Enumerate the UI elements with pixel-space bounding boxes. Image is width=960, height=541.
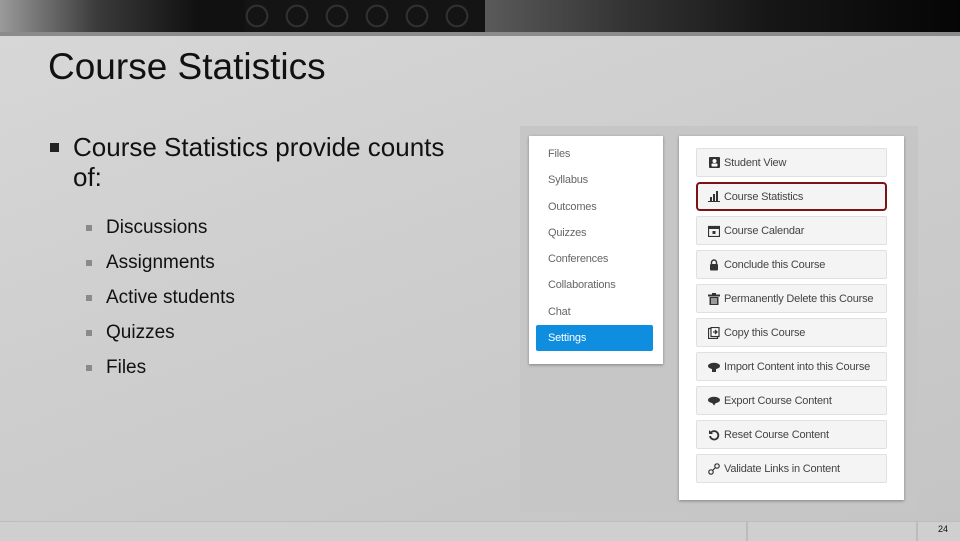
nav-item-conferences[interactable]: Conferences [529,246,663,272]
nav-item-files[interactable]: Files [529,141,663,167]
slide-footer [0,521,960,541]
bullet-main-text: Course Statistics provide counts of: [73,132,445,192]
bullet-square-icon [50,143,59,152]
nav-item-collaborations[interactable]: Collaborations [529,272,663,298]
bullet-square-icon [86,294,92,301]
validate-links-button[interactable]: Validate Links in Content [696,454,887,483]
bullet-square-icon [86,364,92,371]
student-view-icon [708,157,720,169]
slide-title: Course Statistics [48,46,326,87]
course-statistics-button[interactable]: Course Statistics [696,182,887,211]
sub-bullet: Assignments [86,245,468,280]
settings-sidebar: Student View Course Statistics Course Ca… [679,136,904,500]
lock-icon [708,258,720,271]
cloud-upload-icon [708,361,720,373]
page-number: 24 [938,524,949,534]
sub-bullet: Discussions [86,210,468,245]
student-view-button[interactable]: Student View [696,148,887,177]
copy-icon [708,326,720,339]
reset-content-button[interactable]: Reset Course Content [696,420,887,449]
course-nav: Files Syllabus Outcomes Quizzes Conferen… [529,136,663,364]
copy-course-button[interactable]: Copy this Course [696,318,887,347]
bullet-list: Course Statistics provide counts of: Dis… [48,132,468,385]
banner-strip [0,32,960,36]
reset-icon [708,429,720,441]
calendar-icon [708,225,720,237]
banner-image-tire [485,0,960,32]
banner-image-honeycomb [245,0,485,32]
footer-divider [916,522,918,541]
link-icon [708,462,720,475]
export-content-button[interactable]: Export Course Content [696,386,887,415]
nav-item-settings[interactable]: Settings [536,325,653,352]
header-banner [0,0,960,32]
sub-bullet-list: Discussions Assignments Active students … [48,210,468,385]
bullet-square-icon [86,329,92,336]
bullet-square-icon [86,224,92,231]
nav-item-chat[interactable]: Chat [529,299,663,325]
sub-bullet: Quizzes [86,315,468,350]
sub-bullet: Files [86,350,468,385]
nav-item-syllabus[interactable]: Syllabus [529,167,663,193]
bullet-square-icon [86,259,92,266]
bullet-main: Course Statistics provide counts of: [48,132,468,192]
conclude-course-button[interactable]: Conclude this Course [696,250,887,279]
cloud-download-icon [708,395,720,407]
nav-item-outcomes[interactable]: Outcomes [529,194,663,220]
trash-icon [708,292,720,305]
course-calendar-button[interactable]: Course Calendar [696,216,887,245]
delete-course-button[interactable]: Permanently Delete this Course [696,284,887,313]
nav-item-quizzes[interactable]: Quizzes [529,220,663,246]
footer-divider [746,522,748,541]
bar-chart-icon [708,191,720,203]
import-content-button[interactable]: Import Content into this Course [696,352,887,381]
banner-image-left [0,0,245,32]
sub-bullet: Active students [86,280,468,315]
